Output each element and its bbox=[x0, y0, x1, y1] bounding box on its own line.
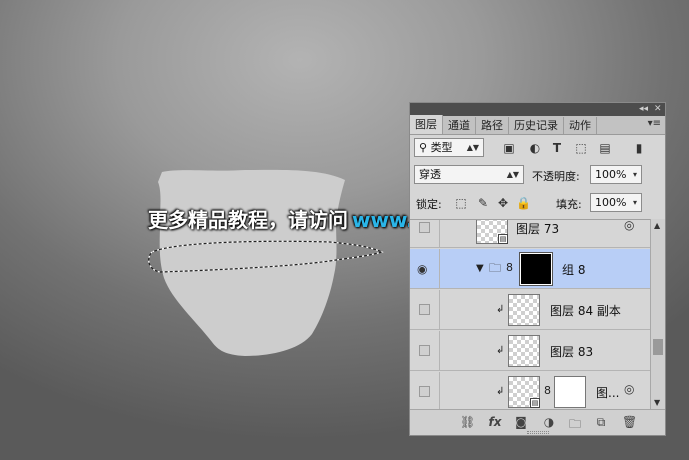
fill-label: 填充: bbox=[556, 198, 582, 211]
layer-row[interactable]: ▤ 图层 73 ◎ bbox=[410, 220, 650, 248]
eye-icon[interactable]: ◉ bbox=[417, 262, 427, 276]
layers-panel: ◂◂ ✕ 图层 通道 路径 历史记录 动作 ▾≡ ⚲ 类型 ▲▼ ▣ ◐ T ⬚… bbox=[409, 102, 666, 436]
layer-name: 图层 83 bbox=[550, 345, 594, 359]
fill-field[interactable]: 100% ▾ bbox=[590, 193, 642, 212]
opacity-field[interactable]: 100% ▾ bbox=[590, 165, 642, 184]
blend-row: 穿透 ▲▼ 不透明度: 100% ▾ bbox=[410, 165, 665, 187]
visibility-toggle[interactable] bbox=[419, 345, 430, 356]
chevron-down-icon: ▾ bbox=[632, 170, 637, 179]
opacity-label: 不透明度: bbox=[532, 170, 580, 183]
lock-row: 锁定: ⬚ ✎ ✥ 🔒 填充: 100% ▾ bbox=[410, 193, 665, 215]
clip-arrow-icon: ↲ bbox=[496, 345, 505, 356]
filter-toggle-icon[interactable]: ▮ bbox=[632, 141, 646, 155]
blend-mode-value: 穿透 bbox=[419, 168, 441, 181]
tab-strip: 图层 通道 路径 历史记录 动作 ▾≡ bbox=[410, 115, 665, 135]
layer-list[interactable]: ▤ 图层 73 ◎ ◉ ▼ 🗀 8 组 8 ↲ 图层 84 副本 ↲ 图层 83 bbox=[410, 219, 665, 409]
lock-transparent-icon[interactable]: ⬚ bbox=[454, 196, 468, 210]
filter-effects-icon[interactable]: ◎ bbox=[624, 220, 634, 232]
expand-triangle-icon[interactable]: ▼ bbox=[476, 263, 484, 274]
collapse-icon[interactable]: ◂◂ bbox=[639, 103, 648, 116]
layer-thumbnail bbox=[508, 335, 540, 367]
layer-name: 图... bbox=[596, 386, 620, 400]
visibility-toggle[interactable] bbox=[419, 222, 430, 233]
panel-footer: ⛓ fx ◙ ◑ 🗀 ⧉ 🗑 bbox=[410, 409, 665, 435]
layer-row[interactable]: ↲ ▤ 8 图... ◎ bbox=[410, 372, 650, 409]
shape-icon[interactable]: ⬚ bbox=[574, 141, 588, 155]
layer-row[interactable]: ↲ 图层 84 副本 bbox=[410, 290, 650, 330]
chain-link-icon[interactable]: ⛓ bbox=[460, 415, 475, 429]
layer-name: 图层 73 bbox=[516, 222, 560, 236]
resize-grip[interactable] bbox=[527, 431, 549, 434]
tab-history[interactable]: 历史记录 bbox=[509, 117, 564, 134]
filter-kind-label: 类型 bbox=[430, 141, 453, 154]
folder-icon[interactable]: 🗀 bbox=[568, 415, 582, 436]
tab-channels[interactable]: 通道 bbox=[443, 117, 476, 134]
close-icon[interactable]: ✕ bbox=[654, 103, 662, 116]
clip-arrow-icon: ↲ bbox=[496, 386, 505, 397]
panel-menu-icon[interactable]: ▾≡ bbox=[648, 118, 661, 129]
chevron-down-icon: ▾ bbox=[632, 198, 637, 207]
filter-kind-select[interactable]: ⚲ 类型 ▲▼ bbox=[414, 138, 484, 157]
mask-icon[interactable]: ◙ bbox=[514, 415, 528, 429]
updown-arrow-icon: ▲▼ bbox=[506, 170, 519, 179]
tab-actions[interactable]: 动作 bbox=[564, 117, 597, 134]
clip-arrow-icon: ↲ bbox=[496, 304, 505, 315]
layer-name: 组 8 bbox=[562, 263, 586, 277]
filter-row: ⚲ 类型 ▲▼ ▣ ◐ T ⬚ ▤ ▮ bbox=[410, 138, 665, 160]
new-layer-icon[interactable]: ⧉ bbox=[594, 415, 608, 430]
chain-link-icon[interactable]: 8 bbox=[506, 261, 513, 274]
text-T-icon[interactable]: T bbox=[550, 141, 564, 155]
layer-name: 图层 84 副本 bbox=[550, 304, 621, 318]
visibility-cell[interactable]: ◉ bbox=[410, 249, 440, 288]
lock-brush-icon[interactable]: ✎ bbox=[476, 196, 490, 210]
lock-label: 锁定: bbox=[416, 198, 442, 211]
smart-object-icon: ▤ bbox=[498, 234, 508, 244]
blend-mode-select[interactable]: 穿透 ▲▼ bbox=[414, 165, 524, 184]
group-mask-thumbnail[interactable] bbox=[519, 252, 553, 286]
adjustment-icon[interactable]: ◑ bbox=[542, 415, 556, 429]
layer-list-scrollbar[interactable]: ▲ ▼ bbox=[650, 219, 665, 409]
layer-thumbnail bbox=[508, 294, 540, 326]
lock-move-icon[interactable]: ✥ bbox=[496, 196, 510, 210]
visibility-cell[interactable] bbox=[410, 331, 440, 370]
opacity-value: 100% bbox=[595, 168, 627, 181]
adjustment-circle-icon[interactable]: ◐ bbox=[528, 141, 542, 155]
tab-paths[interactable]: 路径 bbox=[476, 117, 509, 134]
visibility-cell[interactable] bbox=[410, 220, 440, 247]
tab-layers[interactable]: 图层 bbox=[410, 115, 443, 134]
scroll-up-icon[interactable]: ▲ bbox=[654, 221, 660, 230]
lock-all-icon[interactable]: 🔒 bbox=[516, 196, 531, 210]
visibility-toggle[interactable] bbox=[419, 386, 430, 397]
layer-thumbnail: ▤ bbox=[508, 376, 540, 408]
chain-link-icon[interactable]: 8 bbox=[544, 384, 551, 397]
fx-icon[interactable]: fx bbox=[488, 415, 502, 429]
updown-arrow-icon: ▲▼ bbox=[466, 143, 479, 152]
smart-object-icon: ▤ bbox=[530, 398, 540, 408]
watermark-cn: 更多精品教程，请访问 bbox=[148, 208, 348, 232]
folder-icon: 🗀 bbox=[488, 261, 501, 275]
fill-value: 100% bbox=[595, 196, 627, 209]
smart-object-icon[interactable]: ▤ bbox=[598, 141, 612, 155]
scroll-down-icon[interactable]: ▼ bbox=[654, 398, 660, 407]
layer-row-selected[interactable]: ◉ ▼ 🗀 8 组 8 bbox=[410, 249, 650, 289]
layer-thumbnail: ▤ bbox=[476, 220, 508, 244]
visibility-cell[interactable] bbox=[410, 290, 440, 329]
trash-icon[interactable]: 🗑 bbox=[622, 415, 637, 429]
search-icon: ⚲ bbox=[419, 141, 431, 154]
scrollbar-thumb[interactable] bbox=[653, 339, 663, 355]
visibility-cell[interactable] bbox=[410, 372, 440, 409]
visibility-toggle[interactable] bbox=[419, 304, 430, 315]
layer-row[interactable]: ↲ 图层 83 bbox=[410, 331, 650, 371]
layer-mask-thumbnail[interactable] bbox=[554, 376, 586, 408]
filter-effects-icon[interactable]: ◎ bbox=[624, 382, 634, 396]
image-icon[interactable]: ▣ bbox=[502, 141, 516, 155]
panel-titlebar[interactable]: ◂◂ ✕ bbox=[410, 103, 665, 116]
